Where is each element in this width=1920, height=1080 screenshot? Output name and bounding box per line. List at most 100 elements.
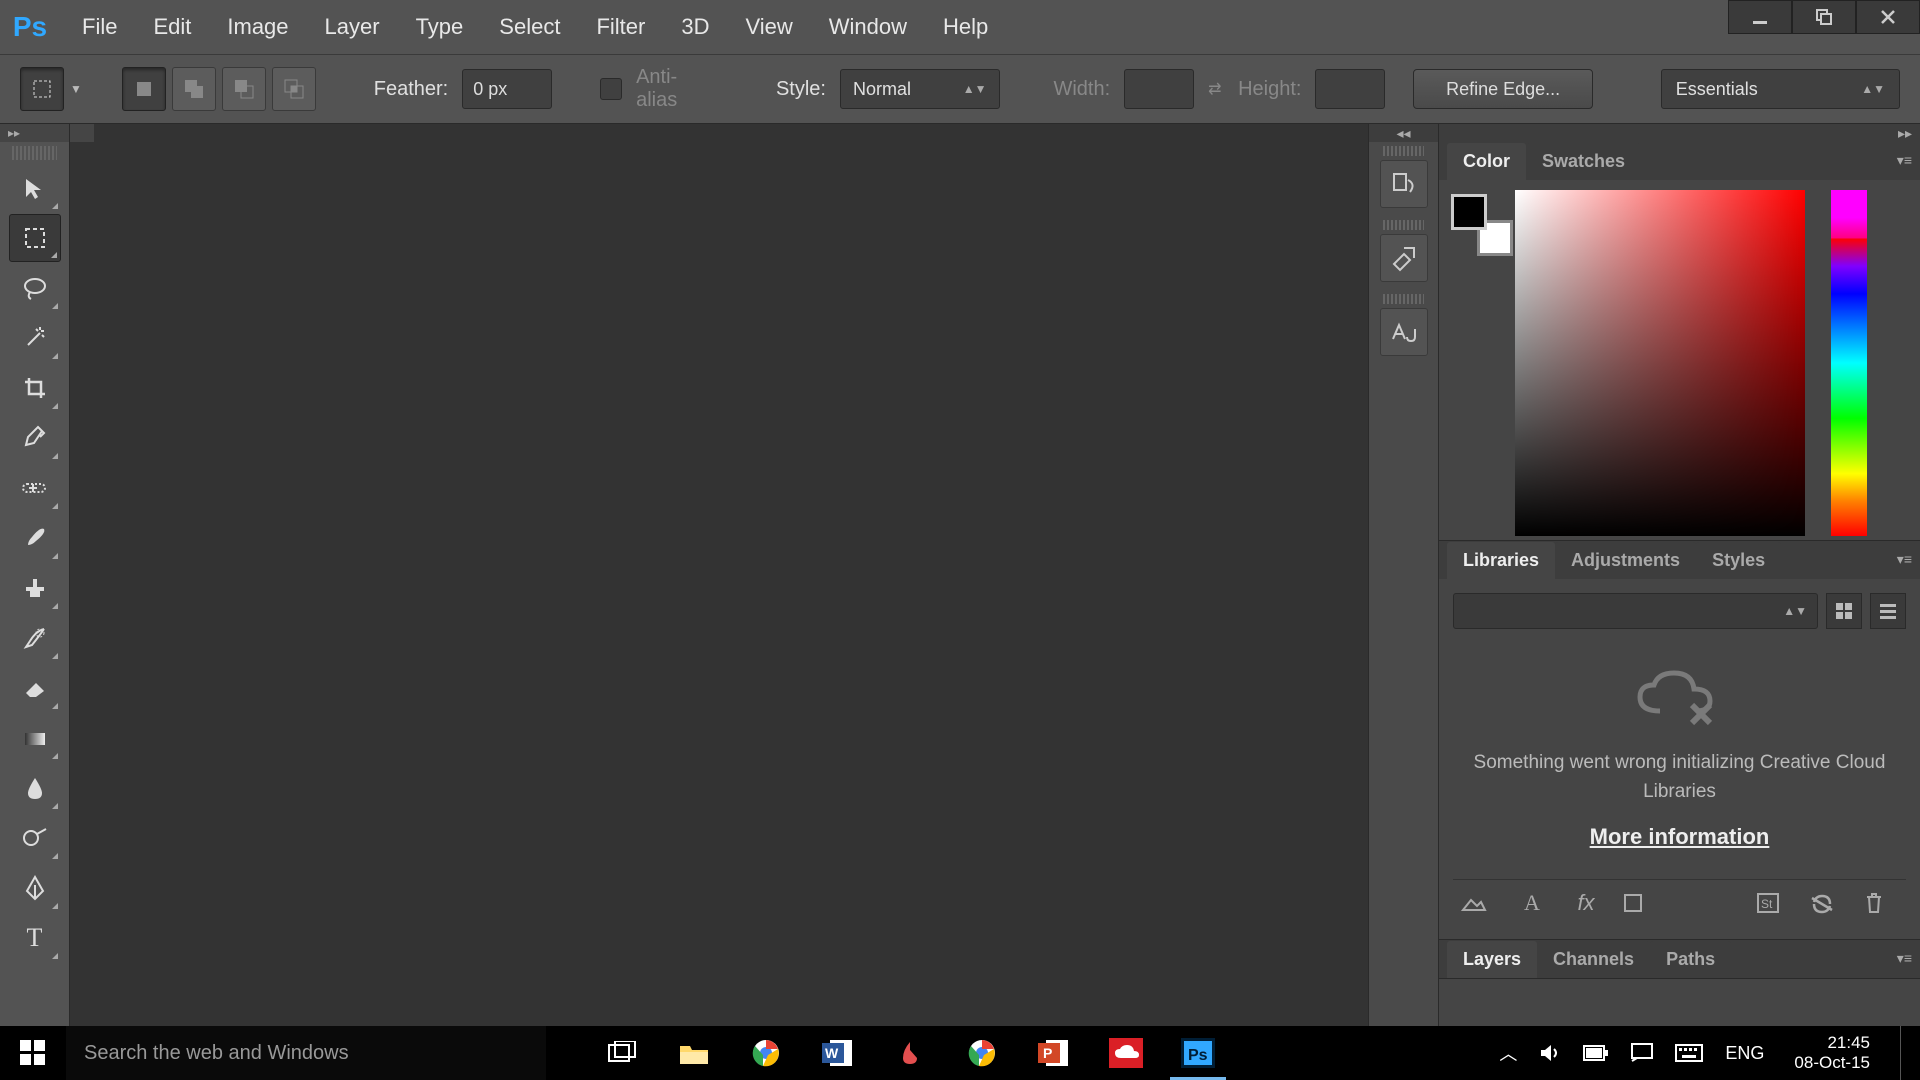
properties-panel-icon[interactable]	[1380, 234, 1428, 282]
library-select[interactable]: ▲▼	[1453, 593, 1818, 629]
sync-icon[interactable]	[1810, 892, 1844, 914]
new-selection-button[interactable]	[122, 67, 166, 111]
chrome-icon-1[interactable]	[730, 1026, 802, 1080]
library-more-info-link[interactable]: More information	[1590, 824, 1770, 850]
history-brush-tool[interactable]	[9, 614, 61, 662]
dropdown-arrow-icon[interactable]: ▼	[70, 82, 82, 96]
tray-keyboard-icon[interactable]	[1675, 1044, 1703, 1062]
menu-image[interactable]: Image	[209, 4, 306, 50]
dodge-tool[interactable]	[9, 814, 61, 862]
foreground-color[interactable]	[1451, 194, 1487, 230]
start-button[interactable]	[0, 1026, 66, 1080]
powerpoint-icon[interactable]: P	[1018, 1026, 1090, 1080]
add-color-icon[interactable]	[1623, 893, 1657, 913]
tray-language[interactable]: ENG	[1725, 1043, 1764, 1064]
magic-wand-tool[interactable]	[9, 314, 61, 362]
tab-channels[interactable]: Channels	[1537, 941, 1650, 978]
tool-preset-picker[interactable]	[20, 67, 64, 111]
healing-brush-tool[interactable]	[9, 464, 61, 512]
add-layer-style-icon[interactable]: fx	[1569, 890, 1603, 916]
lasso-tool[interactable]	[9, 264, 61, 312]
menu-select[interactable]: Select	[481, 4, 578, 50]
tab-styles[interactable]: Styles	[1696, 542, 1781, 579]
app-icon-red[interactable]	[874, 1026, 946, 1080]
dock-grip-2[interactable]	[1383, 220, 1424, 230]
intersect-selection-button[interactable]	[272, 67, 316, 111]
layers-panel-menu-icon[interactable]: ▾≡	[1897, 950, 1912, 967]
color-panel-menu-icon[interactable]: ▾≡	[1897, 152, 1912, 169]
dock-collapse-icon[interactable]: ◂◂	[1369, 124, 1438, 142]
windows-taskbar: Search the web and Windows W P Ps ︿ ENG …	[0, 1026, 1920, 1080]
tray-clock[interactable]: 21:45 08-Oct-15	[1786, 1033, 1878, 1074]
blur-tool[interactable]	[9, 764, 61, 812]
menu-filter[interactable]: Filter	[578, 4, 663, 50]
delete-icon[interactable]	[1864, 892, 1898, 914]
move-tool[interactable]	[9, 164, 61, 212]
libraries-panel-menu-icon[interactable]: ▾≡	[1897, 551, 1912, 568]
tray-chevron-up-icon[interactable]: ︿	[1499, 1040, 1517, 1066]
tray-volume-icon[interactable]	[1539, 1043, 1561, 1063]
menu-edit[interactable]: Edit	[135, 4, 209, 50]
creative-cloud-icon[interactable]	[1090, 1026, 1162, 1080]
toolbox-expand-icon[interactable]: ▸▸	[0, 124, 69, 142]
menu-type[interactable]: Type	[398, 4, 482, 50]
photoshop-taskbar-icon[interactable]: Ps	[1162, 1026, 1234, 1080]
workspace-select[interactable]: Essentials▲▼	[1661, 69, 1900, 109]
marquee-tool[interactable]	[9, 214, 61, 262]
dock-grip-3[interactable]	[1383, 294, 1424, 304]
feather-input[interactable]	[462, 69, 552, 109]
add-character-style-icon[interactable]: A	[1515, 890, 1549, 916]
type-tool[interactable]: T	[9, 914, 61, 962]
add-selection-button[interactable]	[172, 67, 216, 111]
refine-edge-button[interactable]: Refine Edge...	[1413, 69, 1592, 109]
style-select[interactable]: Normal▲▼	[840, 69, 1000, 109]
show-desktop-button[interactable]	[1900, 1026, 1908, 1080]
file-explorer-icon[interactable]	[658, 1026, 730, 1080]
crop-tool[interactable]	[9, 364, 61, 412]
menu-file[interactable]: File	[64, 4, 135, 50]
menu-help[interactable]: Help	[925, 4, 1006, 50]
tab-paths[interactable]: Paths	[1650, 941, 1731, 978]
antialias-checkbox[interactable]	[600, 78, 622, 100]
glyphs-panel-icon[interactable]	[1380, 308, 1428, 356]
toolbox-grip[interactable]	[12, 146, 57, 160]
antialias-label: Anti-alias	[636, 66, 718, 112]
minimize-button[interactable]	[1728, 0, 1792, 34]
word-icon[interactable]: W	[802, 1026, 874, 1080]
eyedropper-tool[interactable]	[9, 414, 61, 462]
eraser-tool[interactable]	[9, 664, 61, 712]
close-button[interactable]	[1856, 0, 1920, 34]
brush-tool[interactable]	[9, 514, 61, 562]
color-field[interactable]	[1515, 190, 1805, 536]
library-list-view-icon[interactable]	[1870, 593, 1906, 629]
subtract-selection-button[interactable]	[222, 67, 266, 111]
gradient-tool[interactable]	[9, 714, 61, 762]
chrome-icon-2[interactable]	[946, 1026, 1018, 1080]
dock-grip[interactable]	[1383, 146, 1424, 156]
tray-messages-icon[interactable]	[1631, 1043, 1653, 1063]
tray-battery-icon[interactable]	[1583, 1045, 1609, 1061]
menu-window[interactable]: Window	[811, 4, 925, 50]
search-box[interactable]: Search the web and Windows	[66, 1026, 546, 1080]
canvas-expand-icon[interactable]	[70, 124, 94, 142]
menu-3d[interactable]: 3D	[663, 4, 727, 50]
menu-view[interactable]: View	[727, 4, 810, 50]
maximize-button[interactable]	[1792, 0, 1856, 34]
library-grid-view-icon[interactable]	[1826, 593, 1862, 629]
tab-swatches[interactable]: Swatches	[1526, 143, 1641, 180]
style-label: Style:	[776, 78, 826, 101]
panel-collapse-icon[interactable]: ▸▸	[1898, 125, 1912, 142]
foreground-background-colors[interactable]	[1451, 194, 1503, 246]
tab-color[interactable]: Color	[1447, 143, 1526, 180]
hue-slider[interactable]	[1831, 190, 1867, 536]
clone-stamp-tool[interactable]	[9, 564, 61, 612]
stock-icon[interactable]: St	[1756, 892, 1790, 914]
task-view-icon[interactable]	[586, 1026, 658, 1080]
menu-layer[interactable]: Layer	[307, 4, 398, 50]
tab-layers[interactable]: Layers	[1447, 941, 1537, 978]
history-panel-icon[interactable]	[1380, 160, 1428, 208]
tab-libraries[interactable]: Libraries	[1447, 542, 1555, 579]
tab-adjustments[interactable]: Adjustments	[1555, 542, 1696, 579]
add-graphic-icon[interactable]	[1461, 892, 1495, 914]
pen-tool[interactable]	[9, 864, 61, 912]
